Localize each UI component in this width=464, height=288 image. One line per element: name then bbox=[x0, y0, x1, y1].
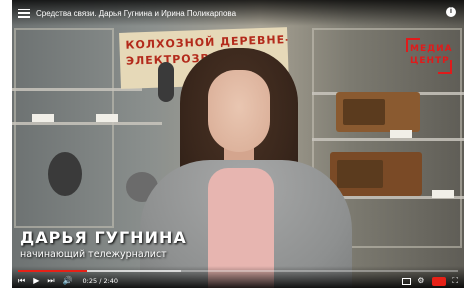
previous-icon[interactable]: ⏮ bbox=[18, 274, 25, 288]
video-player[interactable]: КОЛХОЗНОЙ ДЕРЕВНЕ- ЭЛЕКТРОЗВОНОВ! Средст… bbox=[12, 0, 464, 288]
caption-role: начинающий тележурналист bbox=[20, 249, 167, 260]
hamburger-menu-icon[interactable] bbox=[18, 8, 30, 18]
exhibit-label bbox=[432, 190, 454, 198]
exhibit-label bbox=[32, 114, 54, 122]
telephone-exhibit bbox=[48, 152, 82, 196]
next-icon[interactable]: ⏭ bbox=[47, 274, 54, 288]
logo-text-line1: МЕДИА bbox=[410, 44, 453, 54]
info-icon[interactable]: i bbox=[446, 7, 456, 17]
shelf bbox=[12, 122, 162, 125]
progress-bar[interactable] bbox=[18, 270, 458, 272]
media-center-logo: МЕДИА ЦЕНТР bbox=[406, 38, 452, 74]
exhibit-label bbox=[96, 114, 118, 122]
video-title[interactable]: Средства связи. Дарья Гугнина и Ирина По… bbox=[36, 9, 236, 18]
settings-icon[interactable]: ⚙ bbox=[417, 274, 424, 288]
microphone-exhibit bbox=[158, 62, 174, 102]
display-cabinet-left bbox=[14, 28, 114, 228]
person-face bbox=[208, 70, 270, 152]
volume-icon[interactable]: 🔊 bbox=[63, 274, 73, 288]
lower-third-caption: ДАРЬЯ ГУГНИНА начинающий тележурналист bbox=[20, 228, 187, 260]
youtube-logo-icon[interactable] bbox=[432, 276, 447, 286]
exhibit-label bbox=[390, 130, 412, 138]
poster-text-line1: КОЛХОЗНОЙ ДЕРЕВНЕ- bbox=[125, 32, 289, 52]
play-icon[interactable]: ▶ bbox=[33, 274, 39, 288]
progress-fill bbox=[18, 270, 87, 272]
logo-text-line2: ЦЕНТР bbox=[410, 56, 450, 66]
player-title-bar: Средства связи. Дарья Гугнина и Ирина По… bbox=[12, 0, 464, 26]
radio-exhibit bbox=[336, 92, 420, 132]
player-controls: ⏮ ▶ ⏭ 🔊 0:25 / 2:40 ⚙ ⛶ bbox=[12, 266, 464, 288]
fullscreen-icon[interactable]: ⛶ bbox=[452, 274, 458, 288]
caption-name: ДАРЬЯ ГУГНИНА bbox=[20, 228, 187, 247]
time-display: 0:25 / 2:40 bbox=[82, 277, 119, 285]
radio-exhibit bbox=[330, 152, 422, 196]
shelf bbox=[312, 138, 464, 141]
subtitles-icon[interactable] bbox=[402, 277, 412, 285]
